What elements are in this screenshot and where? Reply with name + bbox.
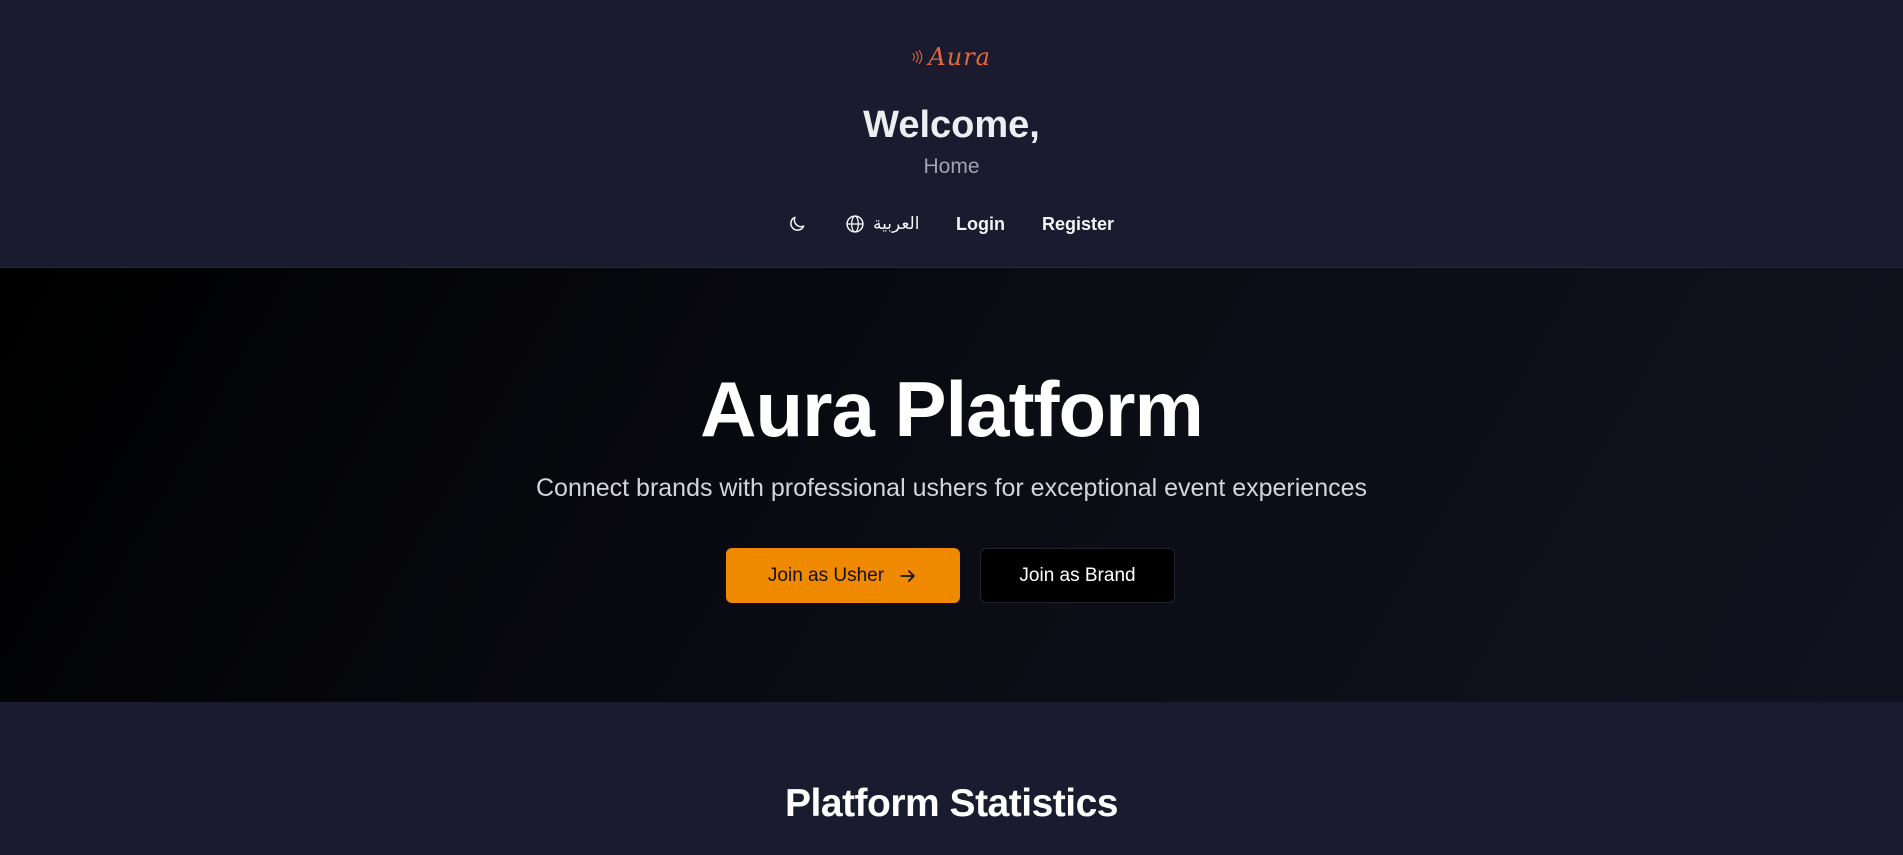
moon-icon — [790, 216, 805, 231]
language-label: العربية — [873, 214, 920, 233]
aura-logo[interactable]: Aura — [911, 40, 991, 74]
landing-page: Aura Welcome, Home العربية Login Registe… — [0, 0, 1903, 855]
statistics-heading: Platform Statistics — [785, 782, 1118, 825]
join-as-brand-button[interactable]: Join as Brand — [980, 548, 1175, 603]
globe-icon — [846, 215, 864, 233]
login-link[interactable]: Login — [956, 208, 1005, 240]
logo-wordmark: Aura — [928, 43, 991, 71]
sound-waves-icon — [912, 49, 923, 65]
top-nav: العربية Login Register — [0, 208, 1903, 240]
join-as-usher-label: Join as Usher — [767, 564, 885, 586]
join-as-brand-label: Join as Brand — [1019, 564, 1136, 586]
welcome-heading: Welcome, — [863, 104, 1040, 146]
hero-title: Aura Platform — [700, 365, 1204, 453]
platform-statistics-section: Platform Statistics — [0, 702, 1903, 855]
site-header: Aura Welcome, Home العربية Login Registe… — [0, 0, 1903, 268]
register-link[interactable]: Register — [1042, 208, 1114, 240]
join-as-usher-button[interactable]: Join as Usher — [726, 548, 960, 603]
hero-section: Aura Platform Connect brands with profes… — [0, 268, 1903, 702]
arrow-right-icon — [900, 569, 915, 582]
page-subtitle: Home — [923, 155, 980, 178]
hero-subtitle: Connect brands with professional ushers … — [535, 474, 1368, 502]
language-switch-button[interactable]: العربية — [845, 208, 919, 240]
theme-toggle-button[interactable] — [787, 208, 807, 240]
